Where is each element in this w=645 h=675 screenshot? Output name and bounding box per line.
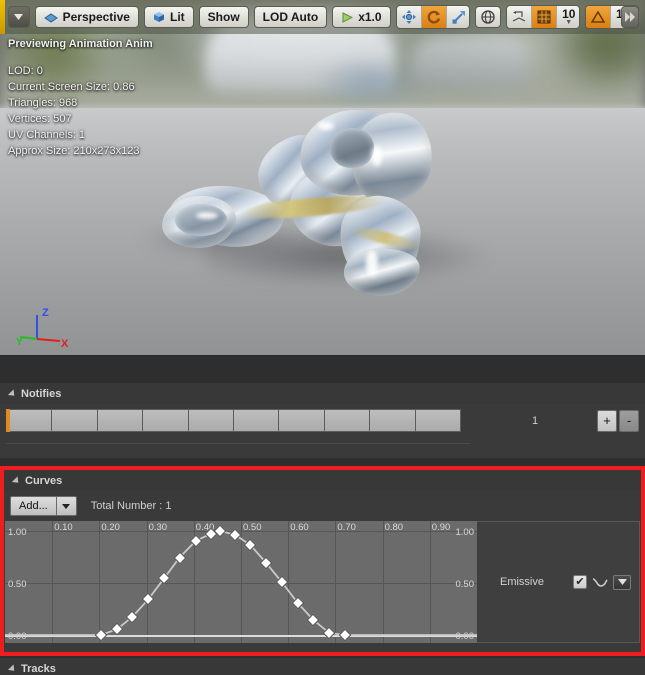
notify-count-label: 1: [531, 414, 539, 427]
camera-plane-icon: [43, 12, 58, 23]
lod-button[interactable]: LOD Auto: [253, 6, 328, 28]
playback-speed-button[interactable]: x1.0: [332, 6, 391, 28]
add-curve-button[interactable]: Add...: [10, 496, 57, 516]
splitter-gap[interactable]: [0, 356, 645, 383]
viewport-options-button[interactable]: [8, 6, 30, 28]
notify-playhead-marker[interactable]: [6, 409, 10, 432]
notify-segment[interactable]: [143, 409, 189, 432]
playback-speed-label: x1.0: [358, 10, 382, 24]
coordinate-system-button[interactable]: [475, 6, 502, 28]
scale-arrow-icon: [452, 11, 465, 24]
curve-track-name: Emissive: [499, 576, 544, 588]
animation-editor-window: Previewing Animation Anim LOD: 0 Current…: [0, 0, 645, 675]
globe-icon: [481, 10, 495, 24]
notifies-header-label: Notifies: [21, 387, 62, 400]
notify-segment[interactable]: [234, 409, 280, 432]
curves-panel: Curves Add... Total Number : 1 0.10 0.20 0…: [0, 466, 645, 656]
curve-icon[interactable]: [592, 576, 608, 588]
notifies-panel: Notifies 1 + -: [0, 383, 645, 458]
curve-path: [5, 530, 477, 636]
notify-track[interactable]: [6, 409, 462, 432]
curves-total-label: Total Number : 1: [90, 500, 172, 512]
curve-options-dropdown[interactable]: [613, 574, 631, 590]
notify-segment[interactable]: [324, 409, 371, 432]
add-notify-track-button[interactable]: +: [597, 409, 617, 432]
double-chevron-right-icon: [624, 12, 635, 22]
mesh-hand-hole: [175, 204, 227, 236]
svg-text:X: X: [61, 338, 69, 350]
preview-viewport[interactable]: Previewing Animation Anim LOD: 0 Current…: [0, 0, 645, 355]
toolbar-accent-strip: [0, 0, 5, 34]
remove-notify-track-button[interactable]: -: [619, 409, 639, 432]
svg-text:Z: Z: [42, 307, 49, 319]
chevron-down-icon: [617, 579, 627, 585]
rotate-mode-button[interactable]: [421, 6, 447, 28]
surface-snap-icon: [512, 11, 526, 22]
chevron-down-icon: ▼: [565, 19, 573, 26]
snap-group: 10 ▼: [506, 5, 580, 29]
translate-mode-button[interactable]: [397, 6, 422, 28]
cube-icon: [153, 12, 164, 22]
tracks-header[interactable]: Tracks: [0, 658, 645, 675]
collapse-triangle-icon: [7, 388, 18, 399]
preview-skeletal-mesh[interactable]: [0, 0, 645, 355]
grid-snap-value[interactable]: 10 ▼: [557, 6, 579, 28]
curve-track-controls: Emissive ✔: [477, 521, 640, 643]
mesh-specular-3: [366, 250, 378, 276]
mesh-specular-4: [196, 212, 218, 219]
grid-snap-toggle[interactable]: [532, 6, 558, 28]
svg-text:Y: Y: [16, 337, 23, 348]
curve-editor-area: 0.10 0.20 0.30 0.40 0.50 0.60 0.70 0.80 0.90 1.00…: [5, 521, 640, 643]
curves-header-label: Curves: [25, 474, 63, 487]
toolbar-overflow-button[interactable]: [621, 6, 639, 28]
mesh-specular-1: [318, 122, 334, 130]
axis-gizmo-icon: Z X Y: [16, 307, 69, 350]
surface-snap-button[interactable]: [507, 6, 533, 28]
chevron-down-icon: [62, 503, 71, 509]
curve-graph[interactable]: 0.10 0.20 0.30 0.40 0.50 0.60 0.70 0.80 0.90 1.00…: [5, 521, 477, 643]
angle-snap-toggle[interactable]: [585, 6, 611, 28]
view-mode-label: Lit: [169, 10, 185, 24]
scale-mode-button[interactable]: [447, 6, 470, 28]
collapse-triangle-icon: [7, 663, 18, 674]
curves-header[interactable]: Curves: [4, 470, 641, 491]
tracks-header-label: Tracks: [21, 662, 56, 675]
camera-mode-label: Perspective: [62, 10, 130, 24]
notify-segment[interactable]: [415, 409, 462, 432]
notify-segment[interactable]: [279, 409, 325, 432]
lod-label: LOD Auto: [262, 10, 319, 24]
mesh-head-hole: [330, 128, 374, 168]
notifies-header[interactable]: Notifies: [0, 383, 645, 404]
notifies-divider: [6, 443, 470, 444]
notifies-row: 1 + -: [0, 404, 645, 437]
camera-mode-button[interactable]: Perspective: [34, 6, 139, 28]
collapse-triangle-icon: [11, 475, 22, 486]
notify-segment[interactable]: [97, 409, 144, 432]
transform-mode-group: [395, 5, 471, 29]
viewport-toolbar: Perspective Lit Show LOD Auto x1.0 10 ▼: [0, 0, 645, 34]
view-mode-button[interactable]: Lit: [143, 6, 194, 28]
notify-segment[interactable]: [188, 409, 235, 432]
curves-toolbar: Add... Total Number : 1: [4, 491, 641, 521]
curve-enabled-checkbox[interactable]: ✔: [573, 575, 587, 589]
rotate-icon: [427, 10, 440, 24]
angle-icon: [590, 10, 605, 23]
add-curve-dropdown-button[interactable]: [56, 496, 77, 516]
show-menu-button[interactable]: Show: [198, 6, 249, 28]
notify-segment[interactable]: [370, 409, 416, 432]
mesh-specular-2: [372, 146, 382, 166]
grid-icon: [537, 10, 551, 24]
move-arrows-icon: [401, 10, 416, 24]
notify-segment[interactable]: [6, 409, 53, 432]
show-label: Show: [207, 10, 240, 24]
chevron-down-icon: [14, 14, 24, 20]
notify-segment[interactable]: [52, 409, 98, 432]
tracks-panel: Tracks: [0, 658, 645, 675]
play-icon: [342, 11, 354, 23]
